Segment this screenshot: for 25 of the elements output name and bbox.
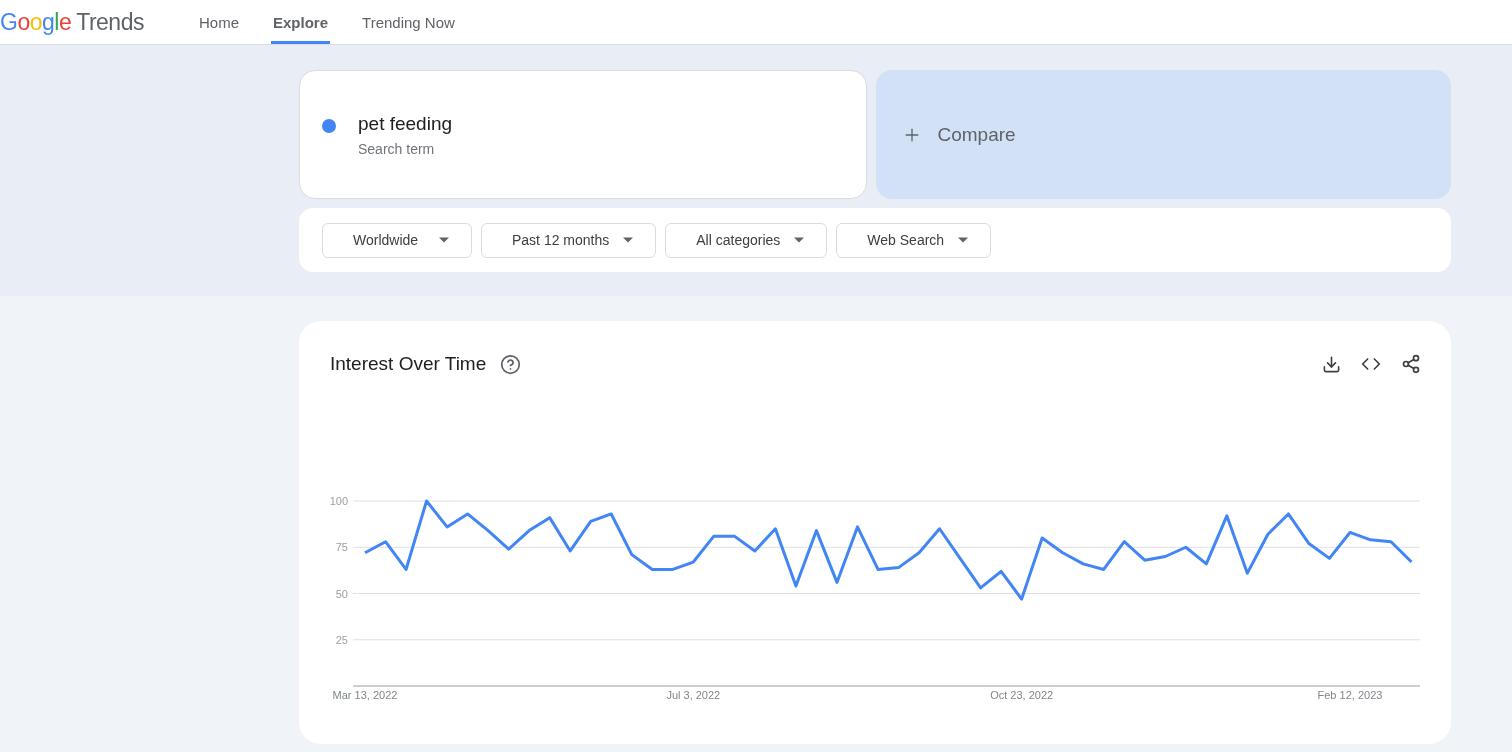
caret-icon	[794, 237, 805, 243]
caret-icon	[439, 237, 449, 243]
filter-dropdown[interactable]: Worldwide	[322, 222, 472, 258]
help-icon[interactable]	[500, 353, 522, 375]
y-axis-label: 100	[329, 495, 348, 507]
filter-dropdown[interactable]: Past 12 months	[481, 222, 657, 258]
nav-tab[interactable]: Home	[197, 0, 241, 44]
x-axis-label: Jul 3, 2022	[666, 689, 721, 701]
caret-icon	[958, 237, 969, 243]
search-term-card[interactable]: pet feeding Search term	[299, 70, 867, 199]
y-axis-label: 25	[335, 633, 348, 646]
y-axis-label: 75	[335, 541, 348, 554]
x-axis-label: Feb 12, 2023	[1317, 689, 1383, 701]
x-axis-label: Oct 23, 2022	[990, 689, 1054, 701]
filter-dropdown[interactable]: Web Search	[836, 222, 992, 258]
google-trends-logo[interactable]: Google Trends	[0, 0, 197, 44]
caret-icon	[623, 237, 634, 243]
compare-button[interactable]: Compare	[875, 70, 1451, 199]
search-term: pet feeding	[358, 112, 453, 135]
filter-dropdown[interactable]: All categories	[665, 222, 828, 258]
y-axis-label: 50	[335, 587, 348, 600]
x-axis-label: Mar 13, 2022	[332, 689, 398, 701]
chart-title: Interest Over Time	[330, 353, 487, 375]
nav-tab[interactable]: Trending Now	[360, 0, 457, 44]
term-type: Search term	[358, 140, 436, 157]
